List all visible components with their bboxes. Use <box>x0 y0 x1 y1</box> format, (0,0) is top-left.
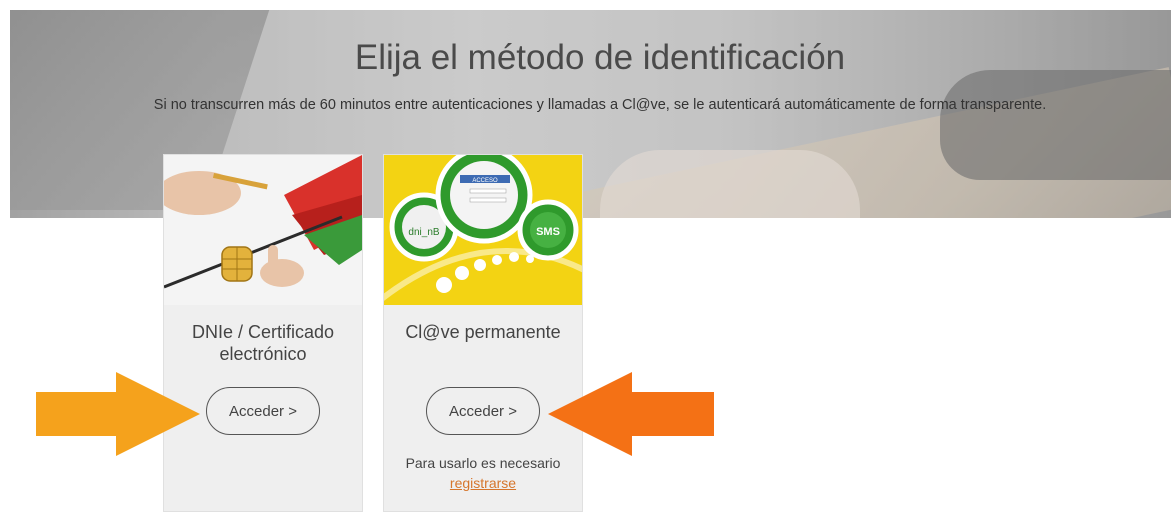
dnie-card-image <box>164 155 362 305</box>
clave-register-note: Para usarlo es necesario registrarse <box>384 453 582 493</box>
svg-text:SMS: SMS <box>536 226 560 238</box>
sms-bubble-icon: SMS <box>517 199 579 261</box>
dnie-access-button[interactable]: Acceder > <box>206 387 320 435</box>
clave-card-title: Cl@ve permanente <box>405 322 561 342</box>
svg-text:ACCESO: ACCESO <box>472 178 498 184</box>
svg-text:dni_nB: dni_nB <box>408 227 439 238</box>
arrow-left-icon <box>548 372 714 456</box>
chip-icon <box>221 246 253 282</box>
clave-card: dni_nB ACCESO SMS Cl@ve permanente Acced… <box>383 154 583 512</box>
page-subtitle: Si no transcurren más de 60 minutos entr… <box>153 97 1047 113</box>
dnie-card: DNIe / Certificado electrónico Acceder > <box>163 154 363 512</box>
clave-access-button[interactable]: Acceder > <box>426 387 540 435</box>
clave-illustration: dni_nB ACCESO SMS <box>384 155 582 305</box>
dnie-illustration <box>164 155 362 305</box>
register-link[interactable]: registrarse <box>384 473 582 493</box>
login-window-icon: ACCESO <box>435 155 533 244</box>
clave-register-text: Para usarlo es necesario <box>405 455 561 471</box>
page-title: Elija el método de identificación <box>354 38 846 77</box>
dnie-card-title: DNIe / Certificado electrónico <box>191 322 335 364</box>
arrow-right-icon <box>36 372 200 456</box>
clave-card-image: dni_nB ACCESO SMS <box>384 155 582 305</box>
